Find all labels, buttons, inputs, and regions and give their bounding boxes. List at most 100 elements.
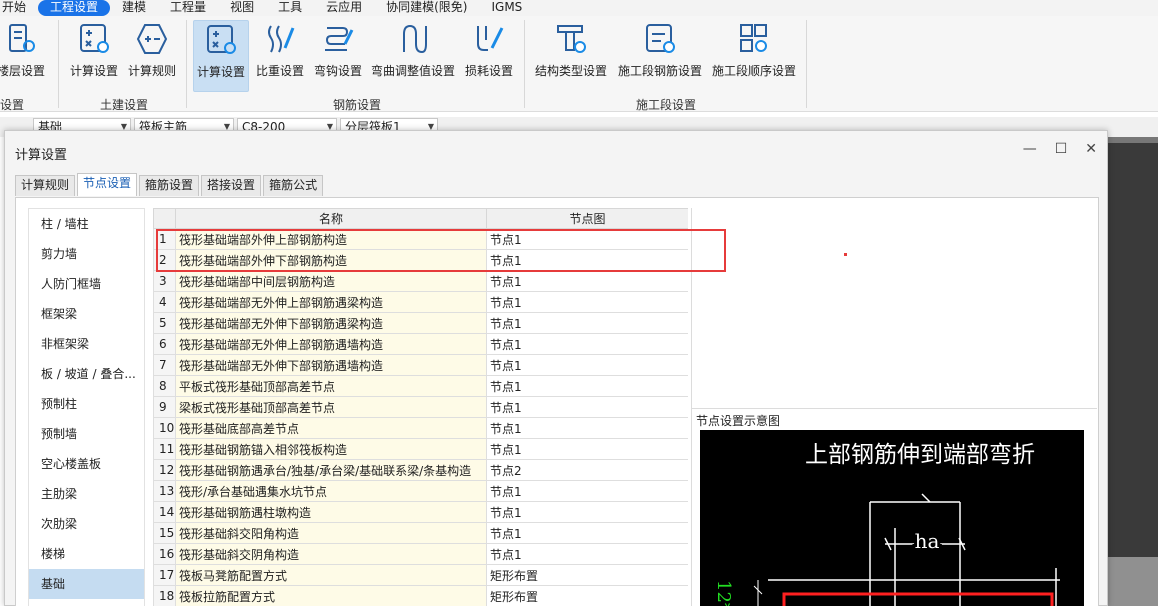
table-row[interactable]: 7 筏形基础端部无外伸下部钢筋遇墙构造 节点1 bbox=[153, 354, 688, 376]
table-row[interactable]: 4 筏形基础端部无外伸上部钢筋遇梁构造 节点1 bbox=[153, 291, 688, 313]
table-row[interactable]: 14 筏形基础钢筋遇柱墩构造 节点1 bbox=[153, 501, 688, 523]
minimize-icon[interactable]: — bbox=[1023, 141, 1037, 157]
calc-rules-button[interactable]: 计算规则 bbox=[124, 20, 180, 92]
rebar-top bbox=[782, 592, 1054, 606]
table-row[interactable]: 8 平板式筏形基础顶部高差节点 节点1 bbox=[153, 375, 688, 397]
row-node[interactable]: 节点1 bbox=[486, 417, 688, 439]
table-row[interactable]: 9 梁板式筏形基础顶部高差节点 节点1 bbox=[153, 396, 688, 418]
table-row[interactable]: 15 筏形基础斜交阳角构造 节点1 bbox=[153, 522, 688, 544]
menu-quantity[interactable]: 工程量 bbox=[158, 0, 218, 16]
row-node[interactable]: 节点1 bbox=[486, 501, 688, 523]
menu-cloud[interactable]: 云应用 bbox=[314, 0, 374, 16]
column-header-node[interactable]: 节点图 bbox=[486, 208, 688, 229]
row-node[interactable]: 节点1 bbox=[486, 291, 688, 313]
menu-tools[interactable]: 工具 bbox=[266, 0, 314, 16]
sidebar-item-stairs[interactable]: 楼梯 bbox=[29, 539, 144, 569]
table-row[interactable]: 17 筏板马凳筋配置方式 矩形布置 bbox=[153, 564, 688, 586]
loss-settings-button[interactable]: 损耗设置 bbox=[461, 20, 517, 92]
menu-collab[interactable]: 协同建模(限免) bbox=[374, 0, 479, 16]
tab-stirrup-settings[interactable]: 箍筋设置 bbox=[139, 175, 200, 196]
section-order-label: 施工段顺序设置 bbox=[711, 64, 796, 78]
node-diagram-svg: 上部钢筋伸到端部弯折 ha 12*d bbox=[713, 442, 1060, 606]
sidebar-item-slab[interactable]: 板 / 坡道 / 叠合... bbox=[29, 359, 144, 389]
bend-adjust-label: 弯曲调整值设置 bbox=[370, 64, 455, 78]
row-node[interactable]: 节点1 bbox=[486, 354, 688, 376]
sidebar-item-foundation[interactable]: 基础 bbox=[29, 569, 144, 599]
sidebar-item-secondary-rib-beam[interactable]: 次肋梁 bbox=[29, 509, 144, 539]
maximize-icon[interactable]: ☐ bbox=[1055, 141, 1068, 157]
row-name: 筏形基础钢筋遇柱墩构造 bbox=[175, 501, 487, 523]
tab-node-settings[interactable]: 节点设置 bbox=[77, 173, 138, 196]
row-name: 梁板式筏形基础顶部高差节点 bbox=[175, 396, 487, 418]
sidebar-item-column[interactable]: 柱 / 墙柱 bbox=[29, 209, 144, 239]
section-order-button[interactable]: 施工段顺序设置 bbox=[708, 20, 800, 92]
sidebar-item-civil-defense-wall[interactable]: 人防门框墙 bbox=[29, 269, 144, 299]
table-row[interactable]: 10 筏形基础底部高差节点 节点1 bbox=[153, 417, 688, 439]
table-row[interactable]: 16 筏形基础斜交阴角构造 节点1 bbox=[153, 543, 688, 565]
table-row[interactable]: 1 筏形基础端部外伸上部钢筋构造 节点1 bbox=[153, 228, 688, 250]
row-name: 筏形基础端部中间层钢筋构造 bbox=[175, 270, 487, 292]
sidebar-item-hollow-slab[interactable]: 空心楼盖板 bbox=[29, 449, 144, 479]
floor-settings-button[interactable]: 楼层设置 bbox=[0, 20, 48, 92]
dialog-tabs: 计算规则 节点设置 箍筋设置 搭接设置 箍筋公式 bbox=[15, 173, 325, 196]
row-node[interactable]: 节点2 bbox=[486, 459, 688, 481]
row-node[interactable]: 节点1 bbox=[486, 270, 688, 292]
row-node[interactable]: 节点1 bbox=[486, 228, 688, 250]
calc-settings-dialog: 计算设置 — ☐ ✕ 计算规则 节点设置 箍筋设置 搭接设置 箍筋公式 柱 / … bbox=[4, 130, 1108, 606]
row-node[interactable]: 节点1 bbox=[486, 543, 688, 565]
row-node[interactable]: 节点1 bbox=[486, 396, 688, 418]
table-row[interactable]: 11 筏形基础钢筋锚入相邻筏板构造 节点1 bbox=[153, 438, 688, 460]
group-label-settings: 设置 bbox=[0, 98, 25, 112]
row-name: 筏形基础斜交阴角构造 bbox=[175, 543, 487, 565]
table-row[interactable]: 3 筏形基础端部中间层钢筋构造 节点1 bbox=[153, 270, 688, 292]
sidebar-item-frame-beam[interactable]: 框架梁 bbox=[29, 299, 144, 329]
row-node[interactable]: 节点1 bbox=[486, 375, 688, 397]
menu-project-settings[interactable]: 工程设置 bbox=[38, 0, 111, 16]
sidebar-item-precast-wall[interactable]: 预制墙 bbox=[29, 419, 144, 449]
row-node[interactable]: 节点1 bbox=[486, 249, 688, 271]
tab-calc-rules[interactable]: 计算规则 bbox=[15, 175, 76, 196]
row-node[interactable]: 矩形布置 bbox=[486, 564, 688, 586]
rebar-calc-settings-button[interactable]: 计算设置 bbox=[193, 20, 249, 92]
menu-view[interactable]: 视图 bbox=[218, 0, 266, 16]
density-settings-label: 比重设置 bbox=[255, 64, 304, 78]
structure-type-button[interactable]: 结构类型设置 bbox=[532, 20, 610, 92]
row-name: 筏形基础端部外伸上部钢筋构造 bbox=[175, 228, 487, 250]
column-header-name[interactable]: 名称 bbox=[175, 208, 487, 229]
calc-rules-icon bbox=[136, 24, 168, 54]
node-diagram: 上部钢筋伸到端部弯折 ha 12*d bbox=[700, 430, 1084, 606]
table-row[interactable]: 12 筏形基础钢筋遇承台/独基/承台梁/基础联系梁/条基构造 节点2 bbox=[153, 459, 688, 481]
density-settings-button[interactable]: 比重设置 bbox=[252, 20, 308, 92]
row-name: 筏形基础钢筋遇承台/独基/承台梁/基础联系梁/条基构造 bbox=[175, 459, 487, 481]
close-icon[interactable]: ✕ bbox=[1085, 141, 1097, 157]
sidebar-item-shear-wall[interactable]: 剪力墙 bbox=[29, 239, 144, 269]
menu-start[interactable]: 开始 bbox=[0, 0, 38, 16]
dim-label-ha: ha bbox=[915, 529, 940, 553]
row-node[interactable]: 节点1 bbox=[486, 333, 688, 355]
row-index: 9 bbox=[153, 396, 176, 418]
tab-lap-settings[interactable]: 搭接设置 bbox=[201, 175, 262, 196]
table-row[interactable]: 13 筏形/承台基础遇集水坑节点 节点1 bbox=[153, 480, 688, 502]
section-rebar-label: 施工段钢筋设置 bbox=[617, 64, 702, 78]
row-index: 5 bbox=[153, 312, 176, 334]
sidebar-item-non-frame-beam[interactable]: 非框架梁 bbox=[29, 329, 144, 359]
section-rebar-button[interactable]: 施工段钢筋设置 bbox=[614, 20, 706, 92]
hook-settings-button[interactable]: 弯钩设置 bbox=[310, 20, 366, 92]
table-row[interactable]: 5 筏形基础端部无外伸下部钢筋遇梁构造 节点1 bbox=[153, 312, 688, 334]
row-node[interactable]: 矩形布置 bbox=[486, 585, 688, 606]
bend-adjust-button[interactable]: 弯曲调整值设置 bbox=[368, 20, 458, 92]
row-node[interactable]: 节点1 bbox=[486, 480, 688, 502]
calc-settings-button[interactable]: 计算设置 bbox=[66, 20, 122, 92]
table-row[interactable]: 18 筏板拉筋配置方式 矩形布置 bbox=[153, 585, 688, 606]
row-node[interactable]: 节点1 bbox=[486, 438, 688, 460]
group-separator bbox=[806, 20, 807, 108]
menu-modeling[interactable]: 建模 bbox=[110, 0, 158, 16]
menu-igms[interactable]: IGMS bbox=[479, 0, 534, 16]
row-node[interactable]: 节点1 bbox=[486, 522, 688, 544]
sidebar-item-precast-column[interactable]: 预制柱 bbox=[29, 389, 144, 419]
table-row[interactable]: 2 筏形基础端部外伸下部钢筋构造 节点1 bbox=[153, 249, 688, 271]
table-row[interactable]: 6 筏形基础端部无外伸上部钢筋遇墙构造 节点1 bbox=[153, 333, 688, 355]
sidebar-item-main-rib-beam[interactable]: 主肋梁 bbox=[29, 479, 144, 509]
tab-stirrup-formula[interactable]: 箍筋公式 bbox=[263, 175, 324, 196]
row-node[interactable]: 节点1 bbox=[486, 312, 688, 334]
